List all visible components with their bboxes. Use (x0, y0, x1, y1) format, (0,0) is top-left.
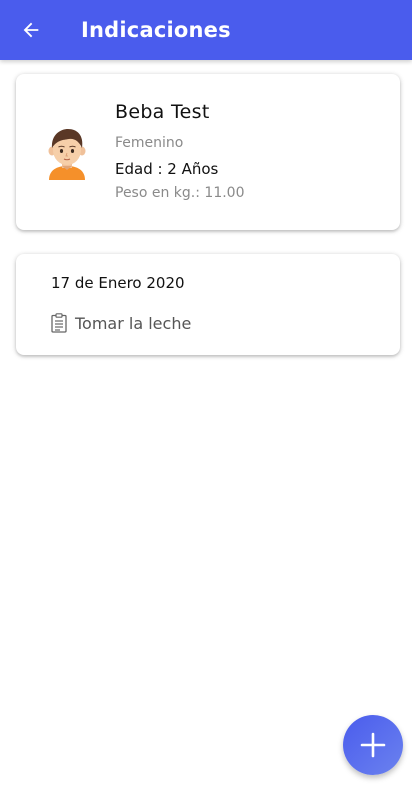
plus-icon (360, 732, 386, 758)
add-indication-button[interactable] (343, 715, 403, 775)
patient-name: Beba Test (115, 101, 210, 123)
indication-date: 17 de Enero 2020 (51, 274, 185, 292)
app-bar: Indicaciones (0, 0, 412, 60)
page-title: Indicaciones (81, 18, 231, 42)
indication-text: Tomar la leche (75, 313, 192, 333)
clipboard-icon (51, 313, 67, 333)
back-button[interactable] (15, 14, 47, 46)
patient-weight: Peso en kg.: 11.00 (115, 185, 245, 201)
patient-gender: Femenino (115, 135, 184, 151)
arrow-left-icon (23, 22, 39, 38)
profile-card[interactable]: Beba Test Femenino Edad : 2 Años Peso en… (16, 74, 400, 230)
indication-item: Tomar la leche (51, 313, 191, 333)
indication-card[interactable]: 17 de Enero 2020 Tomar la leche (16, 254, 400, 355)
patient-age: Edad : 2 Años (115, 160, 219, 178)
app-screen: Indicaciones Beba Test Femenino Edad: 2… (0, 0, 412, 800)
child-avatar-icon (48, 129, 86, 180)
